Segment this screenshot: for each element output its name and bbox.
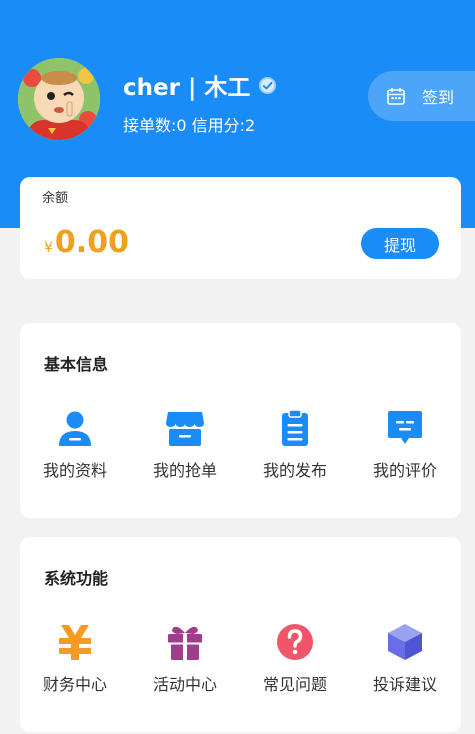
yen-icon: [59, 625, 91, 660]
store-icon: [166, 412, 204, 446]
clipboard-icon: [282, 409, 308, 446]
my-profile-item[interactable]: 我的资料: [20, 408, 130, 481]
system-card: 系统功能 财务中心 活动中心 常见问题 投诉建议: [20, 537, 461, 732]
basic-info-card: 基本信息 我的资料 我的抢单 我的发布 我的评价: [20, 323, 461, 518]
my-reviews-item[interactable]: 我的评价: [350, 408, 460, 481]
profile-name-text: cher | 木工: [123, 75, 251, 101]
complaint-label: 投诉建议: [372, 675, 437, 694]
my-orders-item[interactable]: 我的抢单: [130, 408, 240, 481]
withdraw-button[interactable]: 提现: [361, 228, 439, 259]
activity-center-label: 活动中心: [152, 675, 217, 694]
finance-center-item[interactable]: 财务中心: [20, 622, 130, 695]
system-title: 系统功能: [44, 569, 109, 588]
my-profile-label: 我的资料: [42, 461, 107, 480]
calendar-icon: [387, 88, 405, 105]
checkin-button[interactable]: 签到: [368, 71, 475, 121]
basic-info-grid: 我的资料 我的抢单 我的发布 我的评价: [20, 408, 461, 481]
verified-icon: [259, 76, 277, 94]
finance-center-label: 财务中心: [42, 675, 107, 694]
balance-value: 0.00: [54, 225, 129, 260]
avatar-cartoon-icon: [18, 58, 100, 140]
faq-item[interactable]: 常见问题: [240, 622, 350, 695]
question-icon: [277, 624, 313, 660]
my-posts-label: 我的发布: [262, 461, 327, 480]
profile-stats: 接单数:0 信用分:2: [123, 116, 256, 135]
balance-label: 余额: [42, 191, 69, 206]
balance-amount: ¥0.00: [44, 225, 129, 260]
profile-name: cher | 木工: [123, 68, 277, 102]
gift-icon: [168, 626, 202, 660]
my-orders-label: 我的抢单: [152, 461, 217, 480]
profile-icon: [59, 411, 91, 446]
basic-info-title: 基本信息: [44, 355, 109, 374]
my-posts-item[interactable]: 我的发布: [240, 408, 350, 481]
currency-symbol: ¥: [44, 240, 53, 256]
cube-icon: [388, 624, 422, 660]
checkin-label: 签到: [422, 88, 455, 107]
complaint-item[interactable]: 投诉建议: [350, 622, 460, 695]
faq-label: 常见问题: [262, 675, 327, 694]
system-grid: 财务中心 活动中心 常见问题 投诉建议: [20, 622, 461, 695]
comment-icon: [388, 411, 422, 444]
balance-card: 余额 ¥0.00 提现: [20, 177, 461, 279]
my-reviews-label: 我的评价: [372, 461, 437, 480]
activity-center-item[interactable]: 活动中心: [130, 622, 240, 695]
avatar[interactable]: [18, 58, 100, 140]
